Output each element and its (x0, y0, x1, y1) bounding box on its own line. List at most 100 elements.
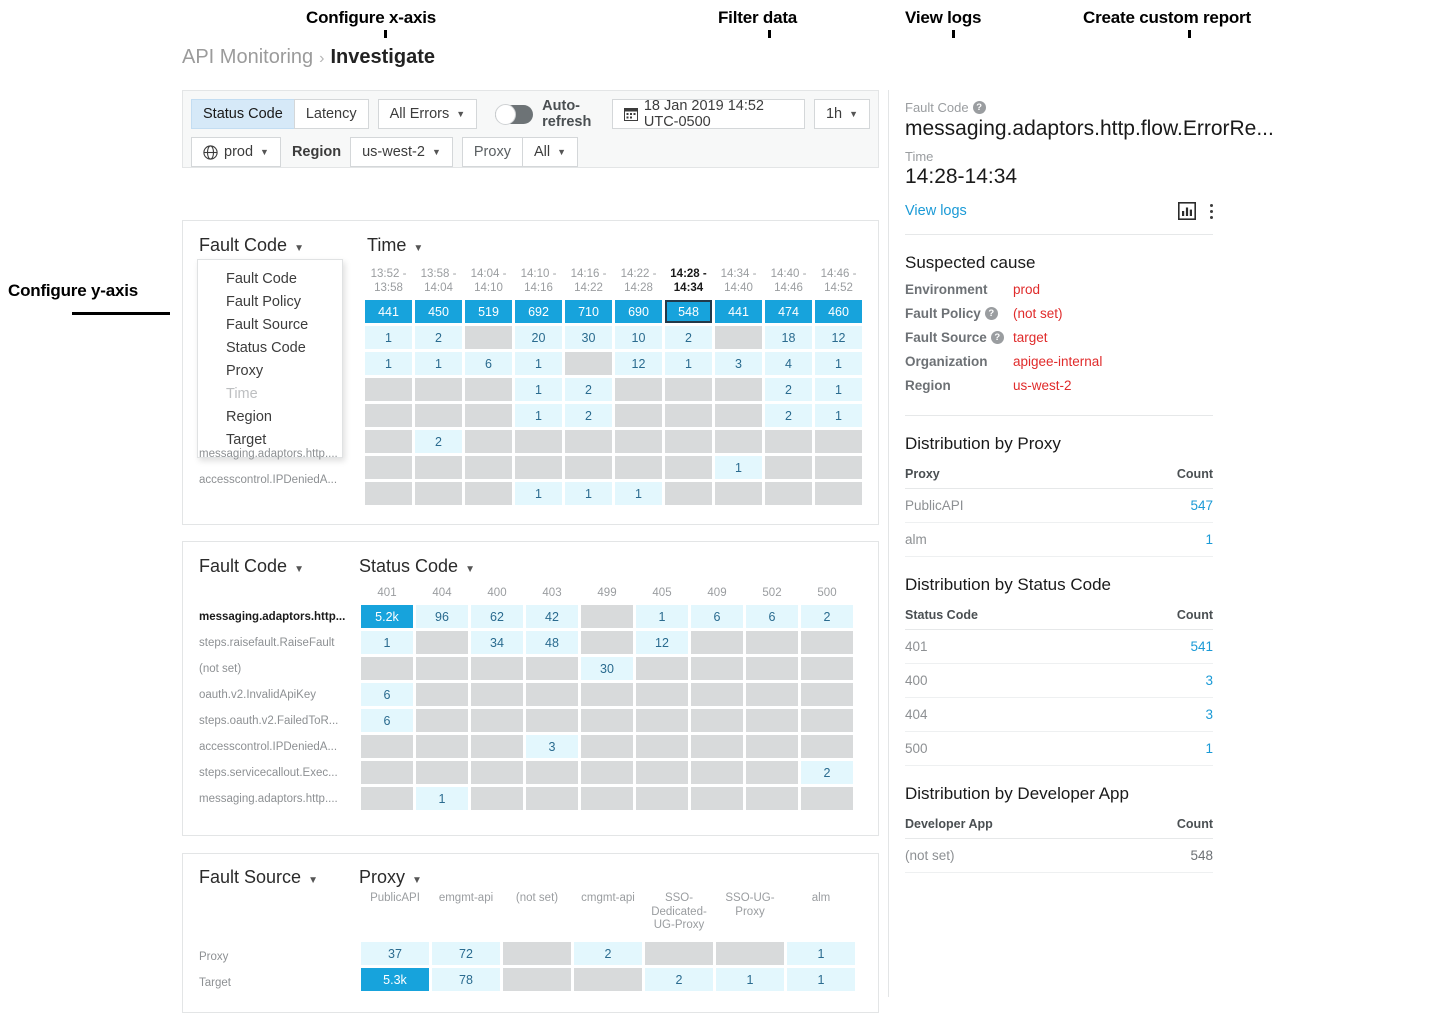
bar-chart-icon[interactable] (1178, 202, 1196, 220)
heatmap-cell[interactable] (691, 735, 743, 758)
heatmap-cell[interactable]: 1 (365, 326, 412, 349)
row-label[interactable]: accesscontrol.IPDeniedA... (199, 734, 359, 760)
table-cell-count[interactable]: 547 (1190, 498, 1213, 513)
heatmap-cell[interactable] (746, 631, 798, 654)
column-header[interactable]: 502 (746, 587, 798, 605)
column-header[interactable]: emgmt-api (432, 892, 500, 942)
heatmap-cell[interactable]: 2 (415, 430, 462, 453)
heatmap-cell[interactable]: 4 (765, 352, 812, 375)
column-header[interactable]: 14:22 -14:28 (615, 268, 662, 300)
row-label[interactable] (199, 363, 359, 389)
heatmap-cell[interactable] (581, 631, 633, 654)
heatmap-cell[interactable]: 460 (815, 300, 862, 323)
heatmap-cell[interactable]: 548 (665, 300, 712, 323)
table-cell-count[interactable]: 1 (1205, 741, 1213, 756)
heatmap-cell[interactable]: 441 (715, 300, 762, 323)
heatmap-cell[interactable]: 474 (765, 300, 812, 323)
heatmap-cell[interactable]: 20 (515, 326, 562, 349)
heatmap-cell[interactable] (365, 482, 412, 505)
heatmap-cell[interactable]: 12 (615, 352, 662, 375)
help-icon[interactable]: ? (972, 101, 986, 114)
heatmap-cell[interactable]: 1 (361, 631, 413, 654)
heatmap-cell[interactable] (415, 404, 462, 427)
column-header[interactable]: 14:46 -14:52 (815, 268, 862, 300)
heatmap-cell[interactable] (581, 761, 633, 784)
heatmap-cell[interactable] (465, 378, 512, 401)
heatmap-cell[interactable]: 5.3k (361, 968, 429, 991)
suspected-cause-value[interactable]: prod (1013, 282, 1040, 297)
heatmap-cell[interactable]: 690 (615, 300, 662, 323)
heatmap-cell[interactable]: 2 (665, 326, 712, 349)
heatmap-cell[interactable]: 1 (615, 482, 662, 505)
heatmap-cell[interactable]: 710 (565, 300, 612, 323)
heatmap-cell[interactable] (471, 709, 523, 732)
heatmap-cell[interactable] (365, 404, 412, 427)
heatmap-cell[interactable]: 10 (615, 326, 662, 349)
heatmap-cell[interactable] (416, 735, 468, 758)
column-header[interactable]: SSO-Dedicated-UG-Proxy (645, 892, 713, 942)
suspected-cause-value[interactable]: (not set) (1013, 306, 1063, 321)
heatmap-cell[interactable] (715, 378, 762, 401)
tab-status-code[interactable]: Status Code (191, 99, 295, 129)
heatmap-cell[interactable]: 6 (361, 709, 413, 732)
column-header[interactable]: 14:40 -14:46 (765, 268, 812, 300)
heatmap-cell[interactable] (515, 430, 562, 453)
heatmap-cell[interactable] (615, 404, 662, 427)
row-label[interactable]: messaging.adaptors.http... (199, 604, 359, 630)
heatmap-cell[interactable] (801, 631, 853, 654)
column-header[interactable]: 401 (361, 587, 413, 605)
duration-dropdown[interactable]: 1h ▼ (813, 99, 870, 129)
heatmap-cell[interactable] (465, 404, 512, 427)
heatmap-cell[interactable]: 1 (515, 482, 562, 505)
row-label[interactable] (199, 415, 359, 441)
heatmap-cell[interactable] (416, 761, 468, 784)
column-header[interactable]: 14:16 -14:22 (565, 268, 612, 300)
environment-dropdown[interactable]: prod ▼ (191, 137, 281, 167)
column-header[interactable]: (not set) (503, 892, 571, 942)
heatmap-cell[interactable] (526, 787, 578, 810)
heatmap-cell[interactable] (581, 605, 633, 628)
heatmap-cell[interactable] (746, 735, 798, 758)
auto-refresh-toggle[interactable] (495, 103, 534, 125)
heatmap-cell[interactable] (415, 456, 462, 479)
heatmap-cell[interactable] (471, 657, 523, 680)
row-label[interactable] (199, 337, 359, 363)
heatmap-cell[interactable] (665, 404, 712, 427)
heatmap-cell[interactable] (615, 430, 662, 453)
y-axis-selector-1[interactable]: Fault Code ▼ (199, 235, 304, 256)
heatmap-cell[interactable]: 1 (416, 787, 468, 810)
heatmap-cell[interactable] (574, 968, 642, 991)
heatmap-cell[interactable]: 30 (581, 657, 633, 680)
y-axis-selector-3[interactable]: Fault Source ▼ (199, 867, 318, 888)
heatmap-cell[interactable] (715, 430, 762, 453)
date-range-picker[interactable]: 18 Jan 2019 14:52 UTC-0500 (611, 98, 805, 130)
row-label[interactable]: messaging.adaptors.http.... (199, 441, 359, 467)
suspected-cause-value[interactable]: target (1013, 330, 1048, 345)
heatmap-cell[interactable] (636, 657, 688, 680)
heatmap-cell[interactable] (465, 456, 512, 479)
heatmap-cell[interactable] (815, 430, 862, 453)
heatmap-cell[interactable]: 1 (515, 404, 562, 427)
heatmap-cell[interactable] (665, 430, 712, 453)
heatmap-cell[interactable] (746, 683, 798, 706)
heatmap-cell[interactable] (526, 657, 578, 680)
heatmap-cell[interactable] (361, 787, 413, 810)
heatmap-cell[interactable] (746, 657, 798, 680)
x-axis-selector-1[interactable]: Time ▼ (367, 235, 423, 256)
heatmap-cell[interactable]: 12 (636, 631, 688, 654)
heatmap-cell[interactable]: 1 (515, 378, 562, 401)
column-header[interactable]: 499 (581, 587, 633, 605)
heatmap-cell[interactable] (746, 761, 798, 784)
row-label[interactable] (199, 311, 359, 337)
heatmap-cell[interactable]: 37 (361, 942, 429, 965)
heatmap-cell[interactable]: 78 (432, 968, 500, 991)
heatmap-cell[interactable]: 2 (801, 761, 853, 784)
heatmap-cell[interactable]: 2 (801, 605, 853, 628)
row-label[interactable]: oauth.v2.InvalidApiKey (199, 682, 359, 708)
tab-latency[interactable]: Latency (293, 99, 369, 129)
heatmap-cell[interactable] (526, 709, 578, 732)
table-cell-count[interactable]: 541 (1190, 639, 1213, 654)
heatmap-cell[interactable] (471, 683, 523, 706)
heatmap-cell[interactable] (503, 942, 571, 965)
heatmap-cell[interactable] (801, 709, 853, 732)
